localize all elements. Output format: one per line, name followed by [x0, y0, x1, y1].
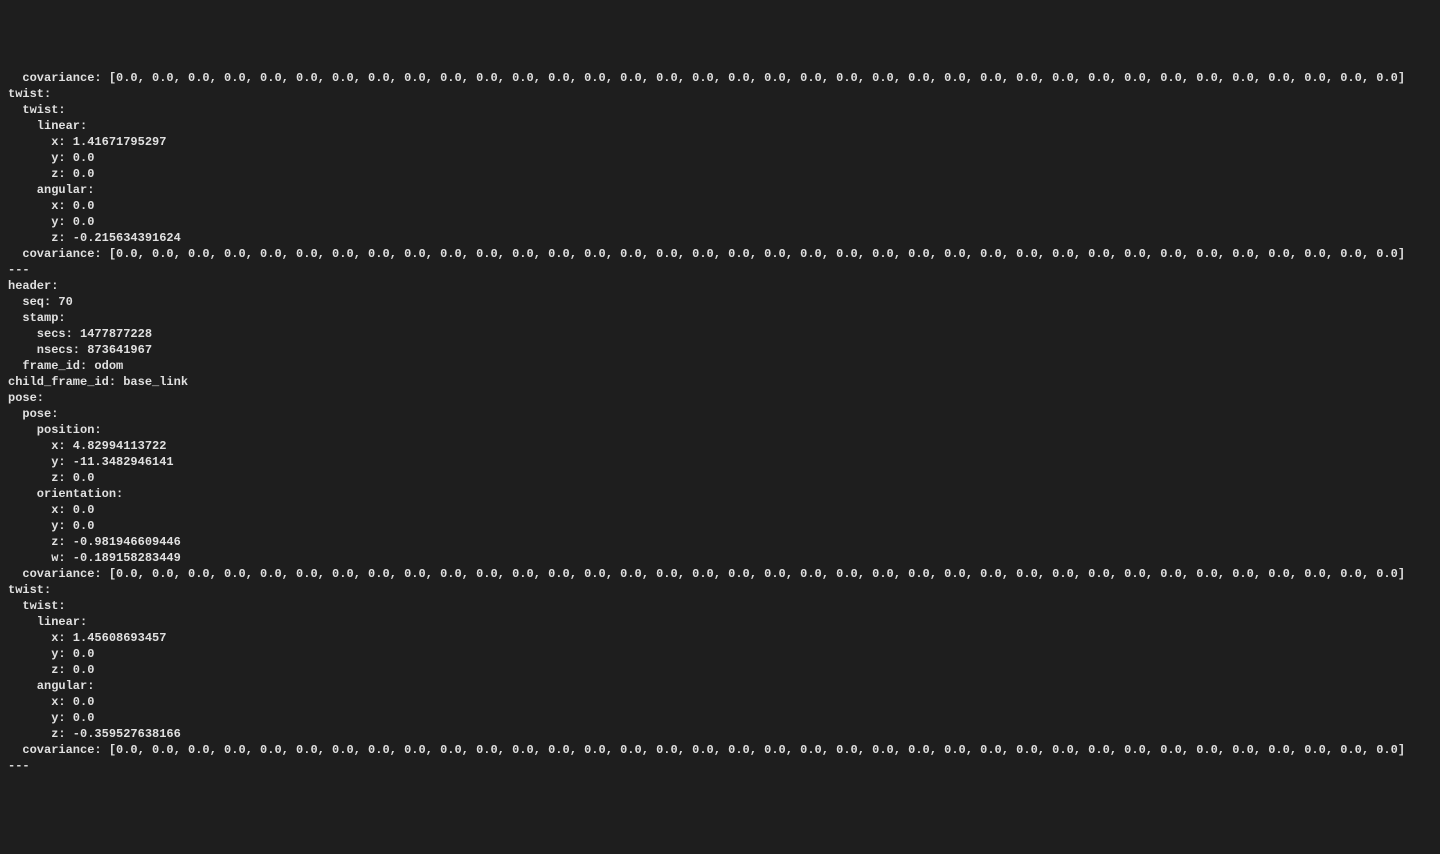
orientation-y: y: 0.0	[8, 518, 1432, 534]
twist-inner-label: twist:	[8, 102, 1432, 118]
linear-x: x: 1.41671795297	[8, 134, 1432, 150]
separator: ---	[8, 758, 1432, 774]
position-label: position:	[8, 422, 1432, 438]
header-label: header:	[8, 278, 1432, 294]
orientation-z: z: -0.981946609446	[8, 534, 1432, 550]
orientation-w: w: -0.189158283449	[8, 550, 1432, 566]
seq: seq: 70	[8, 294, 1432, 310]
angular-label: angular:	[8, 678, 1432, 694]
angular-y: y: 0.0	[8, 214, 1432, 230]
angular-z: z: -0.359527638166	[8, 726, 1432, 742]
child-frame-id: child_frame_id: base_link	[8, 374, 1432, 390]
linear-z: z: 0.0	[8, 662, 1432, 678]
orientation-label: orientation:	[8, 486, 1432, 502]
angular-y: y: 0.0	[8, 710, 1432, 726]
orientation-x: x: 0.0	[8, 502, 1432, 518]
pose-covariance-line: covariance: [0.0, 0.0, 0.0, 0.0, 0.0, 0.…	[8, 566, 1432, 582]
terminal-output[interactable]: covariance: [0.0, 0.0, 0.0, 0.0, 0.0, 0.…	[8, 70, 1432, 774]
pose-outer-label: pose:	[8, 390, 1432, 406]
angular-label: angular:	[8, 182, 1432, 198]
pose-inner-label: pose:	[8, 406, 1432, 422]
secs: secs: 1477877228	[8, 326, 1432, 342]
nsecs: nsecs: 873641967	[8, 342, 1432, 358]
twist-covariance-line: covariance: [0.0, 0.0, 0.0, 0.0, 0.0, 0.…	[8, 742, 1432, 758]
linear-y: y: 0.0	[8, 150, 1432, 166]
position-z: z: 0.0	[8, 470, 1432, 486]
linear-x: x: 1.45608693457	[8, 630, 1432, 646]
frame-id: frame_id: odom	[8, 358, 1432, 374]
linear-label: linear:	[8, 118, 1432, 134]
position-y: y: -11.3482946141	[8, 454, 1432, 470]
covariance-line: covariance: [0.0, 0.0, 0.0, 0.0, 0.0, 0.…	[8, 70, 1432, 86]
twist-outer-label: twist:	[8, 86, 1432, 102]
separator: ---	[8, 262, 1432, 278]
linear-y: y: 0.0	[8, 646, 1432, 662]
linear-label: linear:	[8, 614, 1432, 630]
twist-inner-label: twist:	[8, 598, 1432, 614]
stamp-label: stamp:	[8, 310, 1432, 326]
angular-x: x: 0.0	[8, 694, 1432, 710]
twist-covariance-line: covariance: [0.0, 0.0, 0.0, 0.0, 0.0, 0.…	[8, 246, 1432, 262]
linear-z: z: 0.0	[8, 166, 1432, 182]
position-x: x: 4.82994113722	[8, 438, 1432, 454]
angular-z: z: -0.215634391624	[8, 230, 1432, 246]
twist-outer-label: twist:	[8, 582, 1432, 598]
angular-x: x: 0.0	[8, 198, 1432, 214]
